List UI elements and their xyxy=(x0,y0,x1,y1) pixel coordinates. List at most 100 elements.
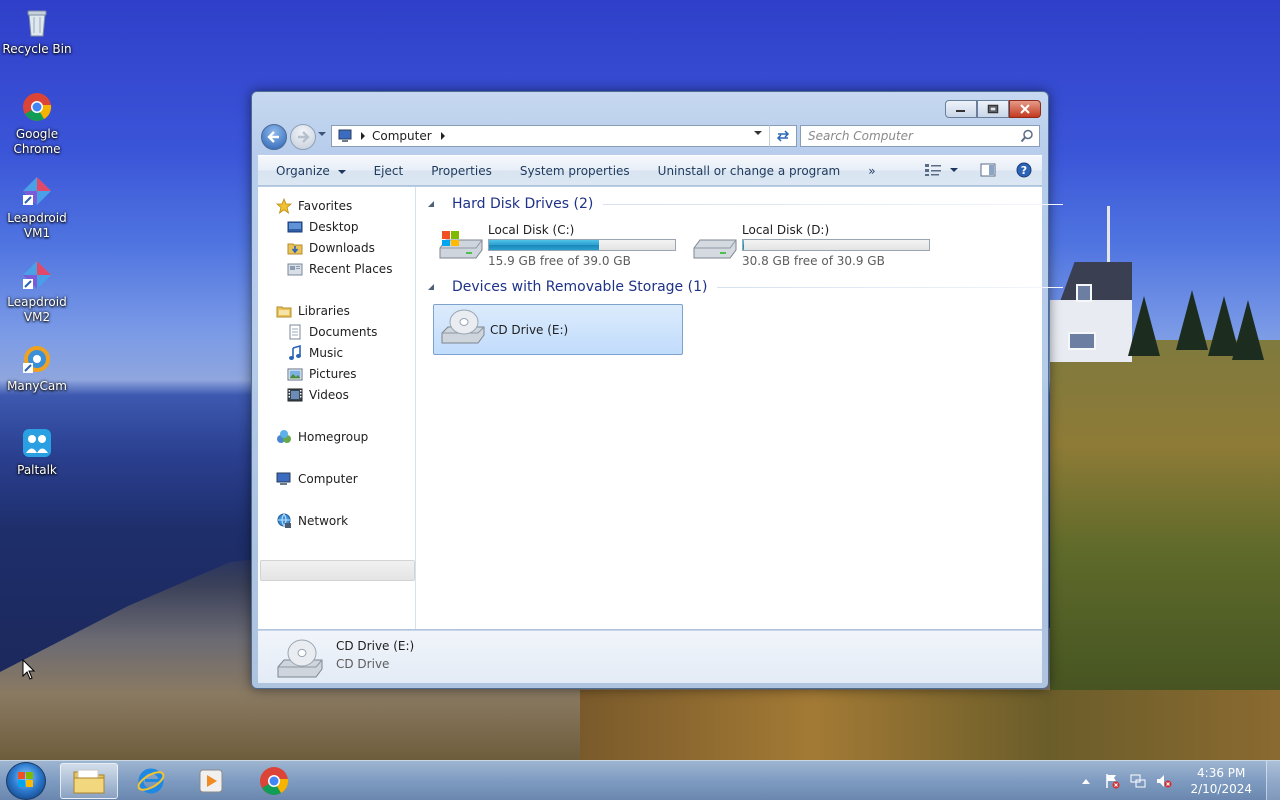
nav-label: Desktop xyxy=(309,220,359,234)
speaker-icon xyxy=(1157,775,1172,788)
taskbar-explorer[interactable] xyxy=(60,763,118,799)
eject-button[interactable]: Eject xyxy=(360,164,418,178)
show-desktop-button[interactable] xyxy=(1266,761,1280,800)
nav-label: Favorites xyxy=(298,199,353,213)
preview-pane-button[interactable] xyxy=(980,163,996,177)
group-header-removable-storage[interactable]: Devices with Removable Storage (1) xyxy=(427,279,1064,295)
desktop-icon-label: Google Chrome xyxy=(13,127,61,156)
drive-name: Local Disk (D:) xyxy=(742,223,830,237)
computer-icon xyxy=(338,129,352,142)
nav-item-desktop[interactable]: Desktop xyxy=(287,217,359,237)
minimize-button[interactable] xyxy=(945,100,977,118)
recent-pages-dropdown[interactable] xyxy=(317,130,329,144)
more-commands-button[interactable]: » xyxy=(854,164,889,178)
desktop-icon-paltalk[interactable]: Paltalk xyxy=(1,427,73,478)
show-hidden-icons-button[interactable] xyxy=(1076,771,1096,791)
drive-local-disk-c[interactable]: Local Disk (C:) 15.9 GB free of 39.0 GB xyxy=(432,220,682,270)
drive-local-disk-d[interactable]: Local Disk (D:) 30.8 GB free of 30.9 GB xyxy=(686,220,936,270)
desktop-icon-leapdroid-vm2[interactable]: Leapdroid VM2 xyxy=(1,259,73,325)
nav-selection-highlight xyxy=(260,560,415,581)
close-button[interactable] xyxy=(1009,100,1041,118)
navigation-bar: Computer Search Computer xyxy=(260,124,1042,150)
nav-label: Recent Places xyxy=(309,262,393,276)
chevron-up-icon xyxy=(1082,779,1091,784)
drive-cd-e[interactable]: CD Drive (E:) xyxy=(433,304,683,355)
taskbar-internet-explorer[interactable] xyxy=(122,763,180,799)
minimize-icon xyxy=(956,110,965,112)
nav-label: Videos xyxy=(309,388,349,402)
nav-item-homegroup[interactable]: Homegroup xyxy=(276,427,368,447)
desktop-icon-label: Leapdroid VM1 xyxy=(7,211,67,240)
desktop-icon-manycam[interactable]: ManyCam xyxy=(1,343,73,394)
nav-item-videos[interactable]: Videos xyxy=(287,385,349,405)
view-controls: ? xyxy=(924,162,1032,178)
chevron-down-icon xyxy=(950,168,958,172)
paltalk-icon xyxy=(23,429,51,457)
nav-item-computer[interactable]: Computer xyxy=(276,469,358,489)
help-button[interactable]: ? xyxy=(1016,162,1032,178)
taskbar-media-player[interactable] xyxy=(182,763,240,799)
forward-button[interactable] xyxy=(290,124,316,150)
nav-item-libraries[interactable]: Libraries xyxy=(276,301,350,321)
refresh-button[interactable] xyxy=(769,125,797,147)
drive-usage-bar xyxy=(742,239,930,251)
collapse-triangle-icon xyxy=(428,201,434,207)
nav-item-recent-places[interactable]: Recent Places xyxy=(287,259,392,279)
drive-free-space: 15.9 GB free of 39.0 GB xyxy=(488,254,631,268)
back-arrow-icon xyxy=(267,131,279,143)
taskbar-chrome[interactable] xyxy=(245,763,303,799)
nav-item-favorites[interactable]: Favorites xyxy=(276,196,352,216)
uninstall-program-button[interactable]: Uninstall or change a program xyxy=(644,164,855,178)
explorer-window: Computer Search Computer Organize Eject … xyxy=(251,91,1064,689)
clock-date: 2/10/2024 xyxy=(1190,782,1252,796)
wallpaper-grass xyxy=(580,690,1280,760)
nav-label: Network xyxy=(298,514,349,528)
address-history-dropdown[interactable] xyxy=(754,129,762,139)
system-properties-button[interactable]: System properties xyxy=(506,164,644,178)
nav-item-downloads[interactable]: Downloads xyxy=(287,238,375,258)
breadcrumb-arrow-icon[interactable] xyxy=(440,132,446,140)
wallpaper-tree xyxy=(1128,296,1160,356)
desktop-icon-leapdroid-vm1[interactable]: Leapdroid VM1 xyxy=(1,175,73,241)
search-input[interactable]: Search Computer xyxy=(800,125,1040,147)
action-center-icon[interactable] xyxy=(1102,771,1122,791)
folder-icon xyxy=(73,769,105,794)
back-button[interactable] xyxy=(261,124,287,150)
videos-icon xyxy=(287,388,303,402)
svg-text:?: ? xyxy=(1021,164,1027,177)
organize-button[interactable]: Organize xyxy=(258,164,360,178)
nav-item-network[interactable]: Network xyxy=(276,511,348,531)
internet-explorer-icon xyxy=(137,768,165,794)
hard-drive-icon xyxy=(693,239,737,259)
flag-icon xyxy=(1106,774,1120,789)
search-icon[interactable] xyxy=(1020,129,1034,143)
volume-muted-icon[interactable] xyxy=(1154,771,1174,791)
change-view-button[interactable] xyxy=(924,163,958,177)
nav-item-music[interactable]: Music xyxy=(287,343,343,363)
desktop-icon-recycle-bin[interactable]: Recycle Bin xyxy=(1,6,73,57)
group-header-hard-disk-drives[interactable]: Hard Disk Drives (2) xyxy=(427,196,1064,212)
address-bar[interactable]: Computer xyxy=(331,125,797,147)
wallpaper-tree xyxy=(1232,300,1264,360)
refresh-icon xyxy=(776,130,790,142)
wallpaper-house xyxy=(1050,262,1132,362)
properties-button[interactable]: Properties xyxy=(417,164,506,178)
nav-item-pictures[interactable]: Pictures xyxy=(287,364,357,384)
details-title: CD Drive (E:) xyxy=(336,639,415,653)
search-placeholder: Search Computer xyxy=(808,129,913,143)
maximize-button[interactable] xyxy=(977,100,1009,118)
clock[interactable]: 4:36 PM 2/10/2024 xyxy=(1190,765,1252,797)
help-icon: ? xyxy=(1016,162,1032,178)
network-status-icon[interactable] xyxy=(1128,771,1148,791)
documents-icon xyxy=(289,324,301,340)
nav-item-documents[interactable]: Documents xyxy=(287,322,377,342)
desktop-icon-google-chrome[interactable]: Google Chrome xyxy=(1,91,73,157)
restore-icon xyxy=(987,104,999,114)
preview-pane-icon xyxy=(980,163,996,177)
start-button[interactable] xyxy=(6,762,46,800)
breadcrumb-computer[interactable]: Computer xyxy=(372,129,432,143)
system-tray: 4:36 PM 2/10/2024 xyxy=(1076,761,1280,800)
drive-usage-fill xyxy=(743,240,744,250)
group-title: Hard Disk Drives (2) xyxy=(452,196,594,212)
network-icon xyxy=(277,513,291,528)
